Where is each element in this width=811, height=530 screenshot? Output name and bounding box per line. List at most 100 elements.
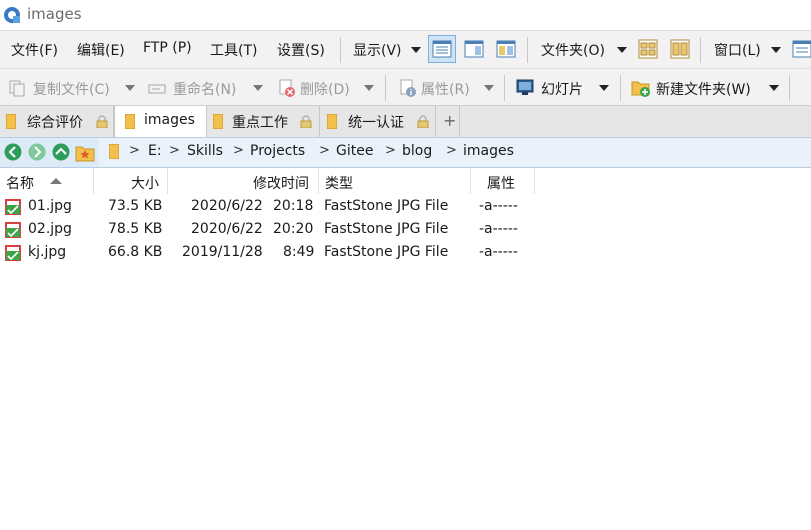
breadcrumb-item[interactable]: images — [463, 143, 514, 159]
toolbar-divider — [620, 75, 621, 101]
lock-icon — [300, 115, 312, 128]
tab-0[interactable]: 综合评价 — [0, 106, 114, 137]
properties-button[interactable]: 属性(R) — [421, 79, 470, 99]
forward-icon[interactable] — [28, 143, 46, 161]
table-row[interactable]: 02.jpg 78.5 KB 2020/6/22 20:20 FastStone… — [0, 219, 535, 242]
column-divider[interactable] — [534, 168, 535, 194]
slideshow-icon — [516, 79, 534, 95]
folder-thumb-button[interactable] — [634, 35, 662, 63]
properties-icon — [400, 79, 416, 97]
lock-icon — [417, 115, 429, 128]
copy-icon — [9, 80, 25, 97]
breadcrumb-item[interactable]: E: — [148, 143, 162, 159]
folder-icon — [125, 114, 135, 129]
tab-2[interactable]: 重点工作 — [207, 106, 320, 137]
file-size: 73.5 KB — [108, 198, 163, 214]
column-divider[interactable] — [470, 168, 471, 194]
window-layout-icon — [792, 40, 811, 58]
address-bar: > E: > Skills > Projects > Gitee > blog … — [0, 137, 811, 168]
breadcrumb-separator: > — [129, 143, 140, 158]
folder-dropdown-icon[interactable] — [617, 47, 627, 53]
menu-ftp[interactable]: FTP (P) — [143, 40, 192, 56]
table-row[interactable]: 01.jpg 73.5 KB 2020/6/22 20:18 FastStone… — [0, 196, 535, 219]
file-name: 02.jpg — [28, 221, 72, 237]
menu-window[interactable]: 窗口(L) — [714, 40, 761, 60]
tab-label: images — [144, 112, 195, 128]
breadcrumb-separator: > — [385, 143, 396, 158]
file-type: FastStone JPG File — [324, 221, 449, 237]
menu-divider — [340, 37, 341, 63]
window-layout-button[interactable] — [788, 35, 811, 63]
back-icon[interactable] — [4, 143, 22, 161]
breadcrumb-item[interactable]: Projects — [250, 143, 305, 159]
menu-bar: 文件(F) 编辑(E) FTP (P) 工具(T) 设置(S) 显示(V) 文件… — [0, 30, 811, 69]
rename-dropdown-icon[interactable] — [253, 85, 263, 91]
window-dropdown-icon[interactable] — [771, 47, 781, 53]
view-details-button[interactable] — [428, 35, 456, 63]
menu-settings[interactable]: 设置(S) — [277, 40, 325, 60]
tab-3[interactable]: 统一认证 — [320, 106, 436, 137]
folder-icon — [6, 114, 16, 129]
tab-label: 统一认证 — [348, 115, 404, 131]
jpg-file-icon — [5, 245, 21, 261]
tab-label: 综合评价 — [27, 115, 83, 131]
thumbnails-icon — [638, 39, 658, 59]
breadcrumb-separator: > — [169, 143, 180, 158]
file-date: 2020/6/22 — [191, 198, 263, 214]
up-icon[interactable] — [52, 143, 70, 161]
column-divider[interactable] — [318, 168, 319, 194]
file-attributes: -a----- — [479, 221, 518, 237]
column-divider[interactable] — [93, 168, 94, 194]
favorites-icon[interactable] — [75, 142, 95, 162]
file-size: 66.8 KB — [108, 244, 163, 260]
file-attributes: -a----- — [479, 244, 518, 260]
file-time: 8:49 — [283, 244, 315, 260]
tab-1[interactable]: images — [114, 106, 207, 138]
table-row[interactable]: kj.jpg 66.8 KB 2019/11/28 8:49 FastStone… — [0, 242, 535, 265]
file-size: 78.5 KB — [108, 221, 163, 237]
view-preview-button[interactable] — [460, 35, 488, 63]
file-attributes: -a----- — [479, 198, 518, 214]
tab-label: 重点工作 — [232, 115, 288, 131]
file-time: 20:18 — [273, 198, 314, 214]
rename-button[interactable]: 重命名(N) — [173, 79, 236, 99]
file-name: kj.jpg — [28, 244, 67, 260]
menu-view[interactable]: 显示(V) — [353, 40, 402, 60]
menu-tools[interactable]: 工具(T) — [210, 40, 257, 60]
new-folder-dropdown-icon[interactable] — [769, 85, 779, 91]
slideshow-dropdown-icon[interactable] — [599, 85, 609, 91]
breadcrumb-separator: > — [446, 143, 457, 158]
folder-icon — [327, 114, 337, 129]
breadcrumb-item[interactable]: blog — [402, 143, 432, 159]
title-bar: images — [0, 0, 811, 30]
menu-divider — [700, 37, 701, 63]
rename-icon — [148, 84, 166, 94]
column-divider[interactable] — [167, 168, 168, 194]
menu-file[interactable]: 文件(F) — [11, 40, 58, 60]
new-folder-button[interactable]: 新建文件夹(W) — [656, 79, 751, 99]
view-split-button[interactable] — [492, 35, 520, 63]
new-folder-icon — [631, 81, 650, 97]
window-title: images — [27, 5, 82, 23]
folder-group-button[interactable] — [666, 35, 694, 63]
breadcrumb-item[interactable]: Gitee — [336, 143, 373, 159]
delete-button[interactable]: 删除(D) — [300, 79, 350, 99]
menu-edit[interactable]: 编辑(E) — [77, 40, 125, 60]
menu-divider — [527, 37, 528, 63]
slideshow-button[interactable]: 幻灯片 — [541, 79, 583, 99]
toolbar-divider — [385, 75, 386, 101]
properties-dropdown-icon[interactable] — [484, 85, 494, 91]
add-tab-button[interactable]: + — [436, 106, 460, 137]
menu-folder[interactable]: 文件夹(O) — [541, 40, 605, 60]
copy-files-button[interactable]: 复制文件(C) — [33, 79, 110, 99]
plus-icon: + — [443, 111, 457, 130]
details-view-icon — [432, 40, 452, 58]
breadcrumb-separator: > — [233, 143, 244, 158]
delete-dropdown-icon[interactable] — [364, 85, 374, 91]
breadcrumb-item[interactable]: Skills — [187, 143, 223, 159]
file-date: 2020/6/22 — [191, 221, 263, 237]
copy-dropdown-icon[interactable] — [125, 85, 135, 91]
view-dropdown-icon[interactable] — [411, 47, 421, 53]
file-type: FastStone JPG File — [324, 198, 449, 214]
file-name: 01.jpg — [28, 198, 72, 214]
